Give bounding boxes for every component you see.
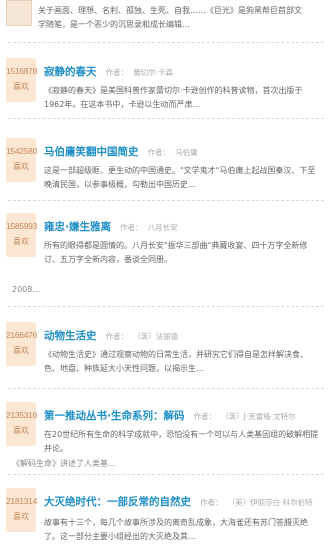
book-title[interactable]: 雍忠·嫌生雅离 [44, 221, 111, 233]
divider [8, 306, 324, 307]
book-description: 《寂静的春天》是美国科普作家蕾切尔·卡逊创作的科普读物，首次出版于1962年。在… [44, 86, 303, 109]
likes-label: 喜欢 [13, 82, 29, 91]
book-description-continued: 2008… [12, 285, 41, 294]
likes-label: 喜欢 [13, 512, 29, 521]
like-count: 1516878 [6, 66, 37, 76]
book-title[interactable]: 马伯庸笑翻中国简史 [44, 146, 139, 158]
book-description: 《动物生活史》通过观察动物的日常生活，并研究它们得自是怎样解决食、色、地盘、种族… [44, 350, 308, 373]
book-counter-badge: 1585993 喜欢 [6, 213, 37, 257]
book-counter-badge: 2135316 喜欢 [6, 402, 37, 446]
likes-label: 喜欢 [13, 426, 29, 435]
book-description: 关于画面、理想、名利、孤独、生死、自我……《巨光》是狗黑帮巨首部文学随笔，是一个… [38, 6, 302, 29]
book-title[interactable]: 寂静的春天 [44, 66, 97, 78]
book-author[interactable]: 马伯庸 [175, 148, 198, 157]
book-counter-badge: 1542580 喜欢 [6, 138, 37, 182]
book-description: 在20世纪所有生命的科学成就中，恐怕没有一个可以与人类基因组的破解相提并论。 [44, 430, 319, 453]
book-counter-badge [6, 0, 32, 26]
like-count: 1542580 [6, 146, 37, 156]
book-counter-badge: 2166476 喜欢 [6, 322, 37, 366]
book-description-continued: 《解码生命》讲述了人类基… [12, 459, 116, 468]
book-author[interactable]: （英）法丽德 [133, 332, 178, 341]
divider [8, 388, 324, 389]
like-count: 2135316 [6, 410, 37, 420]
author-label: 作者： [105, 68, 129, 77]
book-title[interactable]: 动物生活史 [44, 330, 97, 342]
book-author[interactable]: （美）伊丽莎白·科尔伯特 [228, 498, 313, 507]
like-count: 2166476 [6, 330, 37, 340]
likes-label: 喜欢 [13, 237, 29, 246]
book-title[interactable]: 第一推动丛书·生命系列：解码 [44, 410, 185, 422]
divider [8, 200, 324, 201]
book-author[interactable]: （英）J·克雷格·文特尔 [221, 412, 295, 421]
author-label: 作者： [105, 332, 129, 341]
like-count: 1585993 [6, 221, 37, 231]
author-label: 作者： [200, 498, 223, 507]
divider [8, 118, 324, 119]
book-description: 所有的眼得都是圆情的。八月长安"振华三部曲"典藏收宴、四十万字全新修订、五万字全… [44, 241, 308, 264]
likes-label: 喜欢 [13, 162, 29, 171]
book-author[interactable]: 八月长安 [148, 223, 178, 232]
book-author[interactable]: 蕾切尔·卡森 [133, 68, 173, 77]
book-counter-badge: 2181314 喜欢 [6, 488, 37, 532]
author-label: 作者： [147, 148, 171, 157]
book-title[interactable]: 大灭绝时代：一部反常的自然史 [44, 496, 191, 508]
book-description: 这是一部超级眶、更生动的中国通史。"文学鬼才"马伯庸上起战国秦汉、下至晚清民国，… [44, 166, 316, 189]
book-description: 故事有十三个，每几个故事所涉及的离奇乱成象，大海雀还有苏门答腊灭绝了。这一部分主… [44, 518, 308, 541]
author-label: 作者： [193, 412, 217, 421]
book-counter-badge: 1516878 喜欢 [6, 58, 37, 102]
like-count: 2181314 [6, 496, 37, 506]
divider [8, 474, 324, 475]
author-label: 作者： [120, 223, 143, 232]
partial-book-item[interactable]: 关于画面、理想、名利、孤独、生死、自我……《巨光》是狗黑帮巨首部文学随笔，是一个… [0, 0, 330, 40]
divider [8, 42, 324, 43]
likes-label: 喜欢 [13, 346, 29, 355]
